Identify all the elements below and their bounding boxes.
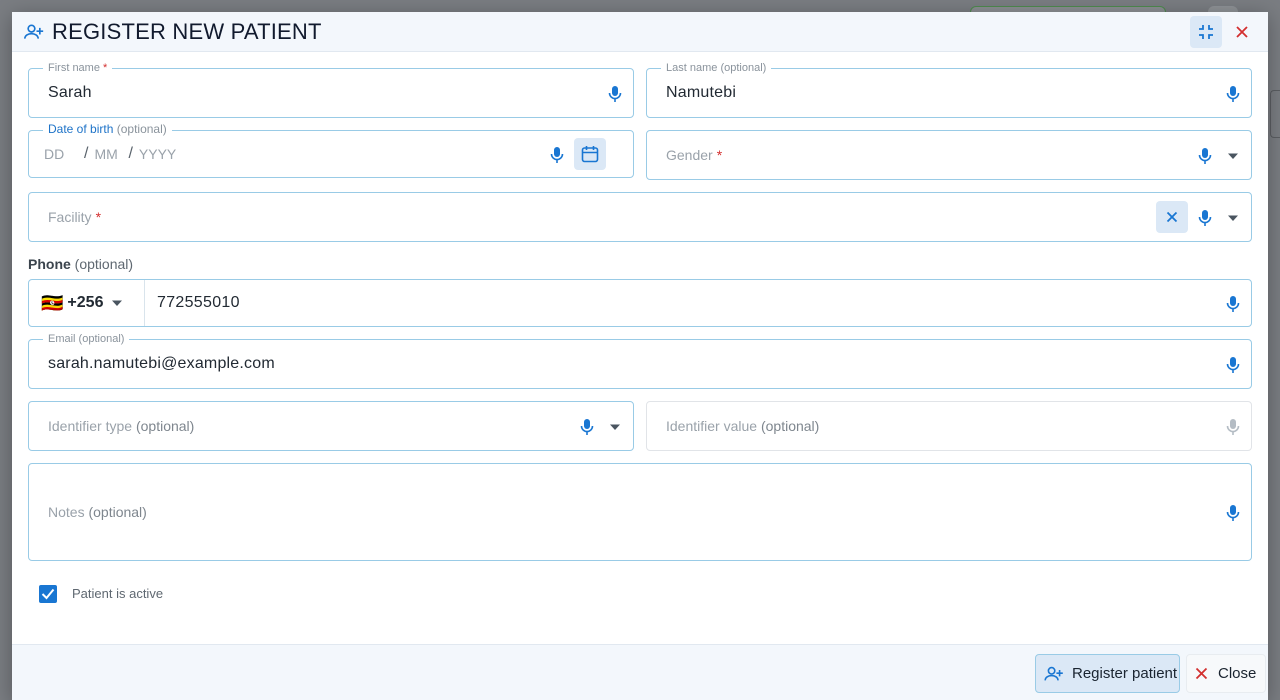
dob-year-input[interactable]: YYYY xyxy=(139,146,176,162)
arrow-drop-down-icon[interactable] xyxy=(603,415,627,439)
check-icon xyxy=(41,588,55,600)
microphone-icon[interactable] xyxy=(603,82,627,106)
phone-label: Phone (optional) xyxy=(28,256,134,272)
microphone-icon[interactable] xyxy=(1221,353,1245,377)
microphone-icon[interactable] xyxy=(1221,501,1245,525)
first-name-value: Sarah xyxy=(48,84,92,101)
facility-clear-button[interactable] xyxy=(1156,201,1188,233)
microphone-icon[interactable] xyxy=(545,143,569,167)
notes-textarea[interactable]: Notes (optional) xyxy=(28,463,1252,561)
register-patient-button[interactable]: Register patient xyxy=(1035,654,1180,693)
background-panel-edge xyxy=(1270,90,1280,138)
arrow-drop-down-icon xyxy=(111,294,123,312)
microphone-icon[interactable] xyxy=(1193,144,1217,168)
arrow-drop-down-icon[interactable] xyxy=(1221,144,1245,168)
facility-placeholder: Facility * xyxy=(48,209,102,225)
register-patient-dialog: REGISTER NEW PATIENT First name * Sarah … xyxy=(12,12,1268,700)
microphone-icon[interactable] xyxy=(1193,206,1217,230)
date-of-birth-inputs: DD / MM / YYYY xyxy=(44,131,176,177)
facility-select[interactable]: Facility * xyxy=(28,192,1252,242)
register-patient-label: Register patient xyxy=(1072,665,1178,682)
first-name-field[interactable]: First name * Sarah xyxy=(28,62,634,118)
close-label: Close xyxy=(1218,665,1257,682)
patient-active-label: Patient is active xyxy=(72,586,164,601)
dialog-title: REGISTER NEW PATIENT xyxy=(52,18,322,44)
uganda-flag-icon: 🇺🇬 xyxy=(41,292,64,313)
dialog-header: REGISTER NEW PATIENT xyxy=(12,12,1268,52)
dob-separator: / xyxy=(84,145,89,162)
arrow-drop-down-icon[interactable] xyxy=(1221,206,1245,230)
fullscreen-exit-icon xyxy=(1199,24,1213,39)
calendar-icon xyxy=(581,146,599,163)
email-field[interactable]: Email (optional) sarah.namutebi@example.… xyxy=(28,333,1252,389)
microphone-icon[interactable] xyxy=(1221,82,1245,106)
close-button[interactable]: Close xyxy=(1186,654,1266,693)
country-code: +256 xyxy=(67,294,104,311)
calendar-button[interactable] xyxy=(574,138,606,170)
date-of-birth-field[interactable]: Date of birth (optional) DD / MM / YYYY xyxy=(28,123,634,178)
phone-number-value[interactable]: 772555010 xyxy=(157,280,240,326)
clear-icon xyxy=(1166,211,1178,223)
microphone-icon[interactable] xyxy=(1221,292,1245,316)
email-value: sarah.namutebi@example.com xyxy=(48,355,275,372)
last-name-value: Namutebi xyxy=(666,84,737,101)
dob-separator: / xyxy=(128,145,133,162)
country-code-select[interactable]: 🇺🇬 +256 xyxy=(29,280,145,326)
patient-active-checkbox[interactable] xyxy=(39,585,57,603)
notes-placeholder: Notes (optional) xyxy=(48,504,147,520)
microphone-icon xyxy=(1221,415,1245,439)
identifier-value-placeholder: Identifier value (optional) xyxy=(666,418,820,434)
person-add-icon xyxy=(24,22,44,42)
person-add-icon xyxy=(1044,666,1063,680)
dialog-close-button[interactable] xyxy=(1226,16,1258,48)
gender-placeholder: Gender * xyxy=(666,147,723,163)
identifier-type-placeholder: Identifier type (optional) xyxy=(48,418,195,434)
dob-month-input[interactable]: MM xyxy=(94,146,122,162)
microphone-icon[interactable] xyxy=(575,415,599,439)
gender-select[interactable]: Gender * xyxy=(646,130,1252,180)
fullscreen-exit-button[interactable] xyxy=(1190,15,1222,48)
dob-day-input[interactable]: DD xyxy=(44,146,78,162)
close-icon xyxy=(1236,25,1248,38)
identifier-value-field[interactable]: Identifier value (optional) xyxy=(646,401,1252,451)
close-icon xyxy=(1195,667,1208,680)
last-name-field[interactable]: Last name (optional) Namutebi xyxy=(646,62,1252,118)
identifier-type-select[interactable]: Identifier type (optional) xyxy=(28,401,634,451)
phone-field[interactable]: 🇺🇬 +256 772555010 xyxy=(28,279,1252,327)
dialog-footer: Register patient Close xyxy=(12,644,1268,700)
